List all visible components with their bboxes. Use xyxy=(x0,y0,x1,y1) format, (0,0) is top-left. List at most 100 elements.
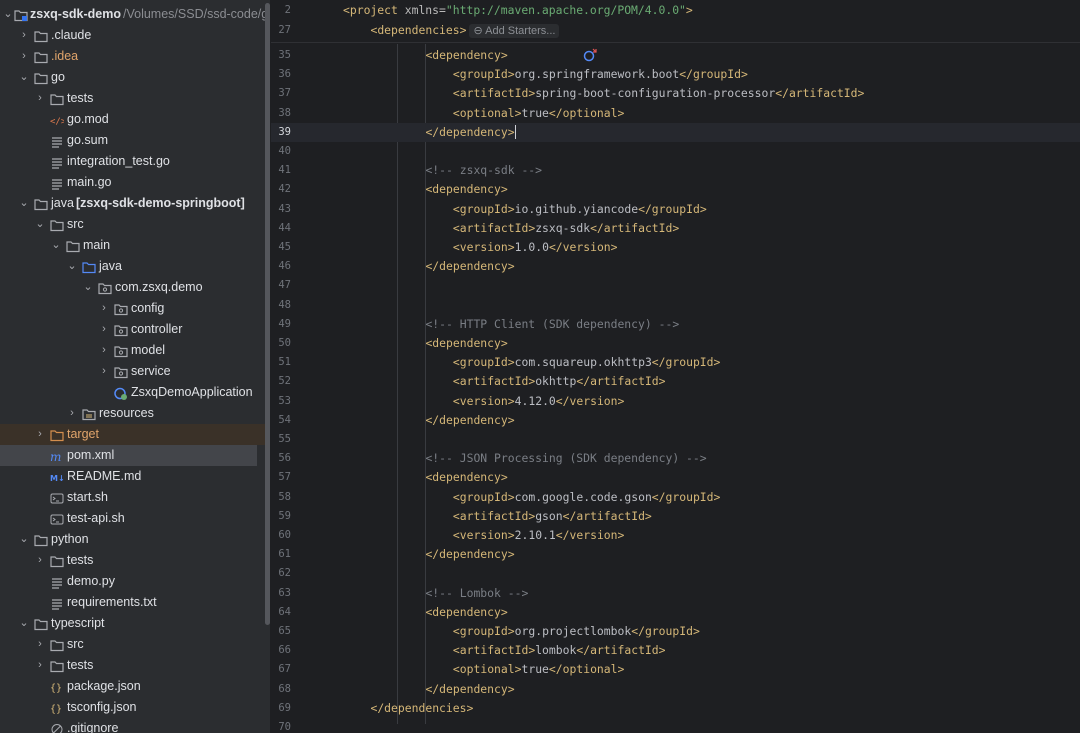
tree-item-config[interactable]: › config xyxy=(0,298,267,319)
chevron-down-icon[interactable]: ⌄ xyxy=(2,4,14,25)
tree-item-target[interactable]: › target xyxy=(0,424,267,445)
tree-item-tsconfig-json[interactable]: {} tsconfig.json xyxy=(0,697,267,718)
chevron-down-icon[interactable]: ⌄ xyxy=(34,214,46,235)
code-line[interactable]: </dependency> xyxy=(425,411,514,430)
tree-item-controller[interactable]: › controller xyxy=(0,319,267,340)
code-line[interactable]: </dependency> xyxy=(425,545,514,564)
tree-item-pom-xml[interactable]: m pom.xml xyxy=(0,445,257,466)
tree-item--gitignore[interactable]: .gitignore xyxy=(0,718,267,733)
code-line[interactable]: <groupId>io.github.yiancode</groupId> xyxy=(453,200,707,219)
tree-item-start-sh[interactable]: start.sh xyxy=(0,487,267,508)
code-line[interactable]: <dependencies> ⊖ Add Starters... xyxy=(370,21,560,40)
chevron-right-icon[interactable]: › xyxy=(34,424,46,445)
code-line[interactable]: <optional>true</optional> xyxy=(453,104,624,123)
tree-item-go-sum[interactable]: go.sum xyxy=(0,130,267,151)
tree-item-test-api-sh[interactable]: test-api.sh xyxy=(0,508,267,529)
chevron-right-icon[interactable]: › xyxy=(34,88,46,109)
gomod-icon: </> xyxy=(50,113,67,127)
tree-item-demo-py[interactable]: demo.py xyxy=(0,571,267,592)
tree-item-label: pom.xml xyxy=(67,448,115,462)
code-line[interactable]: </dependency> xyxy=(425,123,516,142)
code-line[interactable]: <groupId>com.squareup.okhttp3</groupId> xyxy=(453,353,720,372)
chevron-right-icon[interactable]: › xyxy=(66,403,78,424)
chevron-down-icon[interactable]: ⌄ xyxy=(66,256,78,277)
tree-item-tests[interactable]: › tests xyxy=(0,550,267,571)
chevron-down-icon[interactable]: ⌄ xyxy=(18,613,30,634)
code-line[interactable]: <version>1.0.0</version> xyxy=(453,238,618,257)
sticky-header[interactable]: 2 <project xmlns="http://maven.apache.org… xyxy=(271,0,1080,43)
tree-item-readme-md[interactable]: M↓ README.md xyxy=(0,466,267,487)
code-line[interactable]: <dependency> xyxy=(425,468,507,487)
add-starters-button[interactable]: ⊖ Add Starters... xyxy=(469,23,560,38)
code-line[interactable]: <!-- zsxq-sdk --> xyxy=(425,161,542,180)
code-token: <dependency> xyxy=(425,48,508,62)
tree-item-package-json[interactable]: {} package.json xyxy=(0,676,267,697)
tree-item-resources[interactable]: › resources xyxy=(0,403,267,424)
tree-item-src[interactable]: › src xyxy=(0,634,267,655)
code-line[interactable]: <version>4.12.0</version> xyxy=(453,392,624,411)
chevron-down-icon[interactable]: ⌄ xyxy=(18,529,30,550)
code-line[interactable]: <!-- HTTP Client (SDK dependency) --> xyxy=(425,315,679,334)
tree-item-python[interactable]: ⌄ python xyxy=(0,529,267,550)
code-line[interactable]: <version>2.10.1</version> xyxy=(453,526,624,545)
code-line[interactable]: <groupId>org.projectlombok</groupId> xyxy=(453,622,700,641)
chevron-down-icon[interactable]: ⌄ xyxy=(50,235,62,256)
tree-item-model[interactable]: › model xyxy=(0,340,267,361)
code-line[interactable]: <artifactId>okhttp</artifactId> xyxy=(453,372,666,391)
code-line[interactable]: <dependency> xyxy=(425,180,507,199)
tree-item-go[interactable]: ⌄ go xyxy=(0,67,267,88)
code-line[interactable]: <dependency> xyxy=(425,46,507,65)
chevron-down-icon[interactable]: ⌄ xyxy=(18,67,30,88)
code-line[interactable]: </dependency> xyxy=(425,257,514,276)
chevron-right-icon[interactable]: › xyxy=(18,25,30,46)
chevron-right-icon[interactable]: › xyxy=(34,655,46,676)
tree-item-tests[interactable]: › tests xyxy=(0,88,267,109)
chevron-down-icon[interactable]: ⌄ xyxy=(18,193,30,214)
tree-scrollbar[interactable] xyxy=(265,3,270,625)
tree-item-main[interactable]: ⌄ main xyxy=(0,235,267,256)
tree-item-typescript[interactable]: ⌄ typescript xyxy=(0,613,267,634)
tree-item-service[interactable]: › service xyxy=(0,361,267,382)
code-token: </dependency> xyxy=(425,681,515,696)
code-line[interactable]: <optional>true</optional> xyxy=(453,660,624,679)
tree-item-zsxqdemoapplication[interactable]: ZsxqDemoApplication xyxy=(0,382,267,403)
code-line[interactable]: </dependencies> xyxy=(370,699,473,718)
code-line[interactable]: <project xmlns="http://maven.apache.org/… xyxy=(343,1,693,20)
chevron-right-icon[interactable]: › xyxy=(98,340,110,361)
tree-item-go-mod[interactable]: </>go.mod xyxy=(0,109,267,130)
chevron-right-icon[interactable]: › xyxy=(34,634,46,655)
tree-item-java[interactable]: ⌄ java [zsxq-sdk-demo-springboot] xyxy=(0,193,267,214)
line-number-text: 59 xyxy=(278,509,291,522)
code-line[interactable]: <!-- Lombok --> xyxy=(425,584,528,603)
code-line[interactable]: <groupId>com.google.code.gson</groupId> xyxy=(453,488,720,507)
chevron-right-icon[interactable]: › xyxy=(98,319,110,340)
tree-item-java[interactable]: ⌄ java xyxy=(0,256,267,277)
chevron-right-icon[interactable]: › xyxy=(34,550,46,571)
tree-item-main-go[interactable]: main.go xyxy=(0,172,267,193)
tree-item-tests[interactable]: › tests xyxy=(0,655,267,676)
tree-item-label: demo.py xyxy=(67,574,115,588)
chevron-right-icon[interactable]: › xyxy=(98,361,110,382)
tree-item-integration-test-go[interactable]: integration_test.go xyxy=(0,151,267,172)
code-line[interactable]: <artifactId>spring-boot-configuration-pr… xyxy=(453,84,864,103)
chevron-down-icon[interactable]: ⌄ xyxy=(82,277,94,298)
code-editor[interactable]: 35 <dependency> 36 <groupId>org.springframe… xyxy=(271,0,1080,733)
tree-item-src[interactable]: ⌄ src xyxy=(0,214,267,235)
tree-item--idea[interactable]: › .idea xyxy=(0,46,267,67)
tree-item-requirements-txt[interactable]: requirements.txt xyxy=(0,592,267,613)
code-line[interactable]: <dependency> xyxy=(425,334,507,353)
code-line[interactable]: <!-- JSON Processing (SDK dependency) --… xyxy=(425,449,706,468)
chevron-right-icon[interactable]: › xyxy=(98,298,110,319)
maven-dependency-gutter-icon[interactable] xyxy=(583,48,597,62)
code-line[interactable]: <artifactId>gson</artifactId> xyxy=(453,507,652,526)
chevron-right-icon[interactable]: › xyxy=(18,46,30,67)
code-line[interactable]: </dependency> xyxy=(425,680,514,699)
tree-item-com-zsxq-demo[interactable]: ⌄ com.zsxq.demo xyxy=(0,277,267,298)
code-line[interactable]: <artifactId>lombok</artifactId> xyxy=(453,641,666,660)
tree-root[interactable]: ⌄ zsxq-sdk-demo /Volumes/SSD/ssd-code/gi… xyxy=(0,4,270,25)
code-line[interactable]: <artifactId>zsxq-sdk</artifactId> xyxy=(453,219,679,238)
tree-item--claude[interactable]: › .claude xyxy=(0,25,267,46)
code-line[interactable]: <groupId>org.springframework.boot</group… xyxy=(453,65,748,84)
folder-icon xyxy=(50,638,64,652)
code-line[interactable]: <dependency> xyxy=(425,603,507,622)
